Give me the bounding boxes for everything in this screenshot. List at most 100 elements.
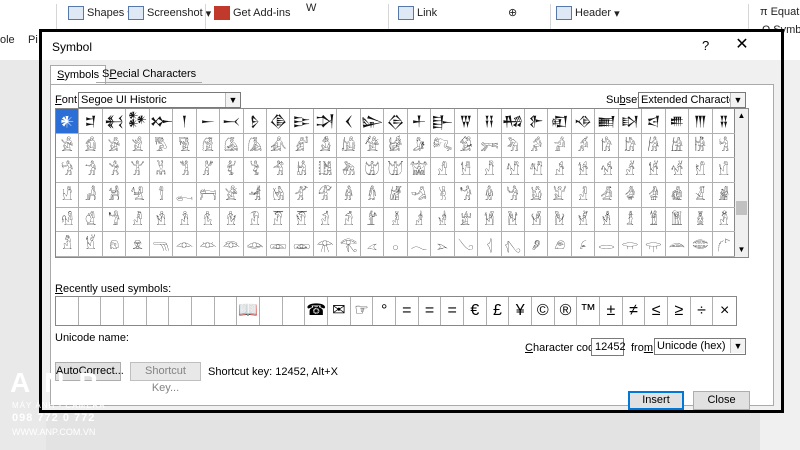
symbol-cell[interactable]: 𓀃 bbox=[126, 133, 150, 159]
symbol-cell[interactable]: 𓀥 bbox=[243, 158, 268, 183]
font-select[interactable]: Segoe UI Historic ▼ bbox=[78, 92, 241, 108]
symbol-cell[interactable]: 𒈦 bbox=[407, 109, 432, 134]
subset-select[interactable]: Extended Characters - ▼ bbox=[638, 92, 746, 108]
symbol-cell[interactable]: 𓀉 bbox=[267, 133, 291, 159]
symbol-cell[interactable]: 𓀒 bbox=[478, 133, 502, 159]
symbol-cell[interactable]: 𓀩 bbox=[337, 158, 361, 183]
symbol-cell[interactable]: 𓁼 bbox=[243, 232, 268, 257]
symbol-cell[interactable]: 𓂋 bbox=[595, 232, 619, 257]
recent-symbol-cell[interactable]: ® bbox=[555, 297, 578, 325]
symbol-cell[interactable]: 𒀸 bbox=[196, 109, 221, 134]
symbol-cell[interactable]: 𓂍 bbox=[642, 232, 666, 257]
recent-symbol-cell[interactable]: © bbox=[532, 297, 555, 325]
scroll-thumb[interactable] bbox=[736, 201, 747, 215]
symbol-cell[interactable]: 𓂂 bbox=[384, 232, 408, 257]
recent-symbol-cell[interactable] bbox=[283, 297, 306, 325]
symbol-cell[interactable]: 𓀕 bbox=[548, 133, 572, 159]
symbol-cell[interactable]: 𓀹 bbox=[712, 158, 736, 183]
scroll-down-icon[interactable]: ▼ bbox=[735, 243, 748, 257]
symbol-cell[interactable]: 𓂊 bbox=[571, 232, 596, 257]
symbol-cell[interactable]: 𒈾 bbox=[571, 109, 596, 134]
symbol-cell[interactable]: 𓁮 bbox=[595, 207, 619, 233]
recent-symbol-cell[interactable]: = bbox=[396, 297, 419, 325]
symbol-cell[interactable]: 𓀢 bbox=[173, 158, 197, 183]
symbol-cell[interactable]: 𓁽 bbox=[267, 232, 291, 257]
symbol-cell[interactable]: 𒊭 bbox=[618, 109, 643, 134]
symbol-cell[interactable]: 𓁜 bbox=[173, 207, 197, 233]
symbol-cell[interactable]: 𓂉 bbox=[548, 232, 572, 257]
symbol-cell[interactable]: 𓂃 bbox=[407, 232, 432, 257]
symbol-cell[interactable]: 𓀜 bbox=[712, 133, 736, 159]
symbol-cell[interactable]: 𓁺 bbox=[196, 232, 221, 257]
symbol-cell[interactable]: 𓀽 bbox=[126, 183, 150, 208]
symbol-cell[interactable]: 𓁶 bbox=[102, 232, 127, 257]
symbol-cell[interactable]: 𓀅 bbox=[173, 133, 197, 159]
symbol-cell[interactable]: 𓁛 bbox=[149, 207, 174, 233]
symbol-cell[interactable]: 𓁻 bbox=[220, 232, 244, 257]
recent-symbol-cell[interactable]: ≤ bbox=[645, 297, 668, 325]
symbol-cell[interactable]: 𓀸 bbox=[689, 158, 713, 183]
symbol-cell[interactable]: 𓀀 bbox=[56, 133, 80, 159]
symbol-cell[interactable]: 𓁓 bbox=[642, 183, 666, 208]
symbol-cell[interactable]: 𓁂 bbox=[243, 183, 268, 208]
symbol-cell[interactable]: 𓀻 bbox=[79, 183, 103, 208]
symbol-cell[interactable]: 𓀝 bbox=[56, 158, 80, 183]
symbol-grid-scrollbar[interactable]: ▲ ▼ bbox=[735, 108, 749, 258]
symbol-cell[interactable]: 𒁹 bbox=[173, 109, 197, 134]
symbol-cell[interactable]: 𒊏 bbox=[548, 109, 572, 134]
symbol-cell[interactable]: 𓀡 bbox=[149, 158, 174, 183]
symbol-cell[interactable]: 𓁿 bbox=[313, 232, 338, 257]
symbol-cell[interactable]: 𓁙 bbox=[102, 207, 127, 233]
symbol-cell[interactable]: 𒐊 bbox=[454, 109, 479, 134]
symbol-cell[interactable]: 𒇽 bbox=[360, 109, 385, 134]
ribbon-shapes-button[interactable]: Shapes ▾ bbox=[68, 6, 133, 20]
symbol-cell[interactable]: 𓂐 bbox=[712, 232, 736, 257]
symbol-cell[interactable]: 𒐉 bbox=[712, 109, 736, 134]
symbol-cell[interactable]: 𓁃 bbox=[267, 183, 291, 208]
symbol-cell[interactable]: 𒁍 bbox=[149, 109, 174, 134]
recent-symbol-cell[interactable]: ÷ bbox=[691, 297, 714, 325]
symbol-cell[interactable]: 𓀑 bbox=[454, 133, 479, 159]
close-icon[interactable]: ✕ bbox=[732, 35, 752, 55]
ribbon-header-button[interactable]: Header ▾ bbox=[556, 6, 620, 20]
recent-symbol-cell[interactable]: ± bbox=[600, 297, 623, 325]
symbol-cell[interactable]: 𓀧 bbox=[290, 158, 314, 183]
symbol-cell[interactable]: 𓀓 bbox=[501, 133, 525, 159]
symbol-cell[interactable]: 𓁵 bbox=[79, 232, 103, 257]
symbol-cell[interactable]: 𓁯 bbox=[618, 207, 643, 233]
symbol-cell[interactable]: 𓁥 bbox=[384, 207, 408, 233]
symbol-cell[interactable]: 𒈬 bbox=[102, 109, 127, 134]
symbol-cell[interactable]: 𓀐 bbox=[431, 133, 455, 159]
symbol-cell[interactable]: 𓁸 bbox=[149, 232, 174, 257]
symbol-cell[interactable]: 𓀖 bbox=[571, 133, 596, 159]
symbol-cell[interactable]: 𓂈 bbox=[524, 232, 549, 257]
symbol-cell[interactable]: 𓁭 bbox=[571, 207, 596, 233]
symbol-cell[interactable]: 𓁷 bbox=[126, 232, 150, 257]
symbol-cell[interactable]: 𓁄 bbox=[290, 183, 314, 208]
symbol-cell[interactable]: 𓀌 bbox=[337, 133, 361, 159]
symbol-cell[interactable]: 𓀛 bbox=[689, 133, 713, 159]
symbol-cell[interactable]: 𓁹 bbox=[173, 232, 197, 257]
symbol-cell[interactable]: 𓁠 bbox=[267, 207, 291, 233]
symbol-cell[interactable]: 𓀁 bbox=[79, 133, 103, 159]
recent-symbol-cell[interactable] bbox=[215, 297, 238, 325]
symbol-cell[interactable]: 𓁨 bbox=[454, 207, 479, 233]
recent-symbol-cell[interactable]: × bbox=[713, 297, 736, 325]
symbol-cell[interactable]: 𓀞 bbox=[79, 158, 103, 183]
symbol-cell[interactable]: 𓀟 bbox=[102, 158, 127, 183]
symbol-cell[interactable]: 𓁔 bbox=[665, 183, 690, 208]
tab-special-characters[interactable]: SPecial Characters bbox=[96, 65, 203, 83]
ribbon-addins-button[interactable]: Get Add-ins bbox=[214, 6, 290, 20]
symbol-cell[interactable]: 𓀰 bbox=[501, 158, 525, 183]
symbol-cell[interactable]: 𒋫 bbox=[313, 109, 338, 134]
recent-symbol-cell[interactable]: ✉ bbox=[328, 297, 351, 325]
recent-symbol-cell[interactable] bbox=[56, 297, 79, 325]
symbol-cell[interactable]: 𓁳 bbox=[712, 207, 736, 233]
symbol-cell[interactable]: 𒉿 bbox=[524, 109, 549, 134]
symbol-cell[interactable]: 𓂅 bbox=[454, 232, 479, 257]
recent-symbol-cell[interactable]: ™ bbox=[577, 297, 600, 325]
symbol-cell[interactable]: 𓁘 bbox=[79, 207, 103, 233]
symbol-cell[interactable]: 𒆠 bbox=[267, 109, 291, 134]
ribbon-link-button[interactable]: Link bbox=[398, 6, 437, 20]
recent-symbol-cell[interactable]: € bbox=[464, 297, 487, 325]
